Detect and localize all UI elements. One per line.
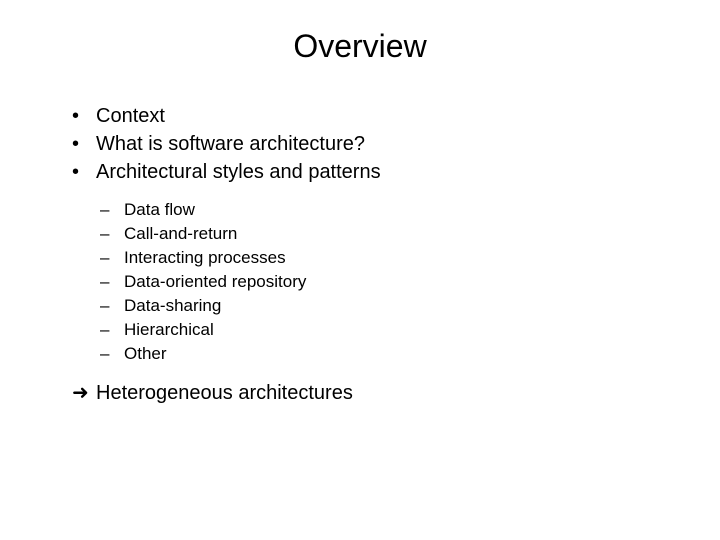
list-item-text: Heterogeneous architectures (96, 382, 353, 404)
list-item-text: Context (96, 105, 165, 127)
arrow-bullet-item: ➜Heterogeneous architectures (40, 380, 680, 406)
list-item: Data-oriented repository (100, 271, 680, 294)
list-item-text: Call-and-return (124, 224, 237, 243)
list-item: Architectural styles and patterns (72, 159, 680, 185)
list-item: Data-sharing (100, 295, 680, 318)
list-item-text: Other (124, 344, 167, 363)
list-item: Hierarchical (100, 319, 680, 342)
list-item: Context (72, 103, 680, 129)
list-item-text: Data-oriented repository (124, 272, 306, 291)
list-item-text: Data-sharing (124, 296, 221, 315)
slide: Overview Context What is software archit… (0, 0, 720, 540)
list-item: Call-and-return (100, 223, 680, 246)
list-item: Other (100, 343, 680, 366)
slide-title: Overview (40, 28, 680, 65)
list-item-text: Architectural styles and patterns (96, 161, 381, 183)
list-item-text: Interacting processes (124, 248, 286, 267)
bullet-list-level1: Context What is software architecture? A… (40, 103, 680, 185)
bullet-list-level2: Data flow Call-and-return Interacting pr… (40, 199, 680, 366)
list-item-text: Data flow (124, 200, 195, 219)
list-item: What is software architecture? (72, 131, 680, 157)
list-item: Data flow (100, 199, 680, 222)
list-item-text: What is software architecture? (96, 133, 365, 155)
arrow-right-icon: ➜ (72, 380, 96, 406)
list-item-text: Hierarchical (124, 320, 214, 339)
list-item: Interacting processes (100, 247, 680, 270)
